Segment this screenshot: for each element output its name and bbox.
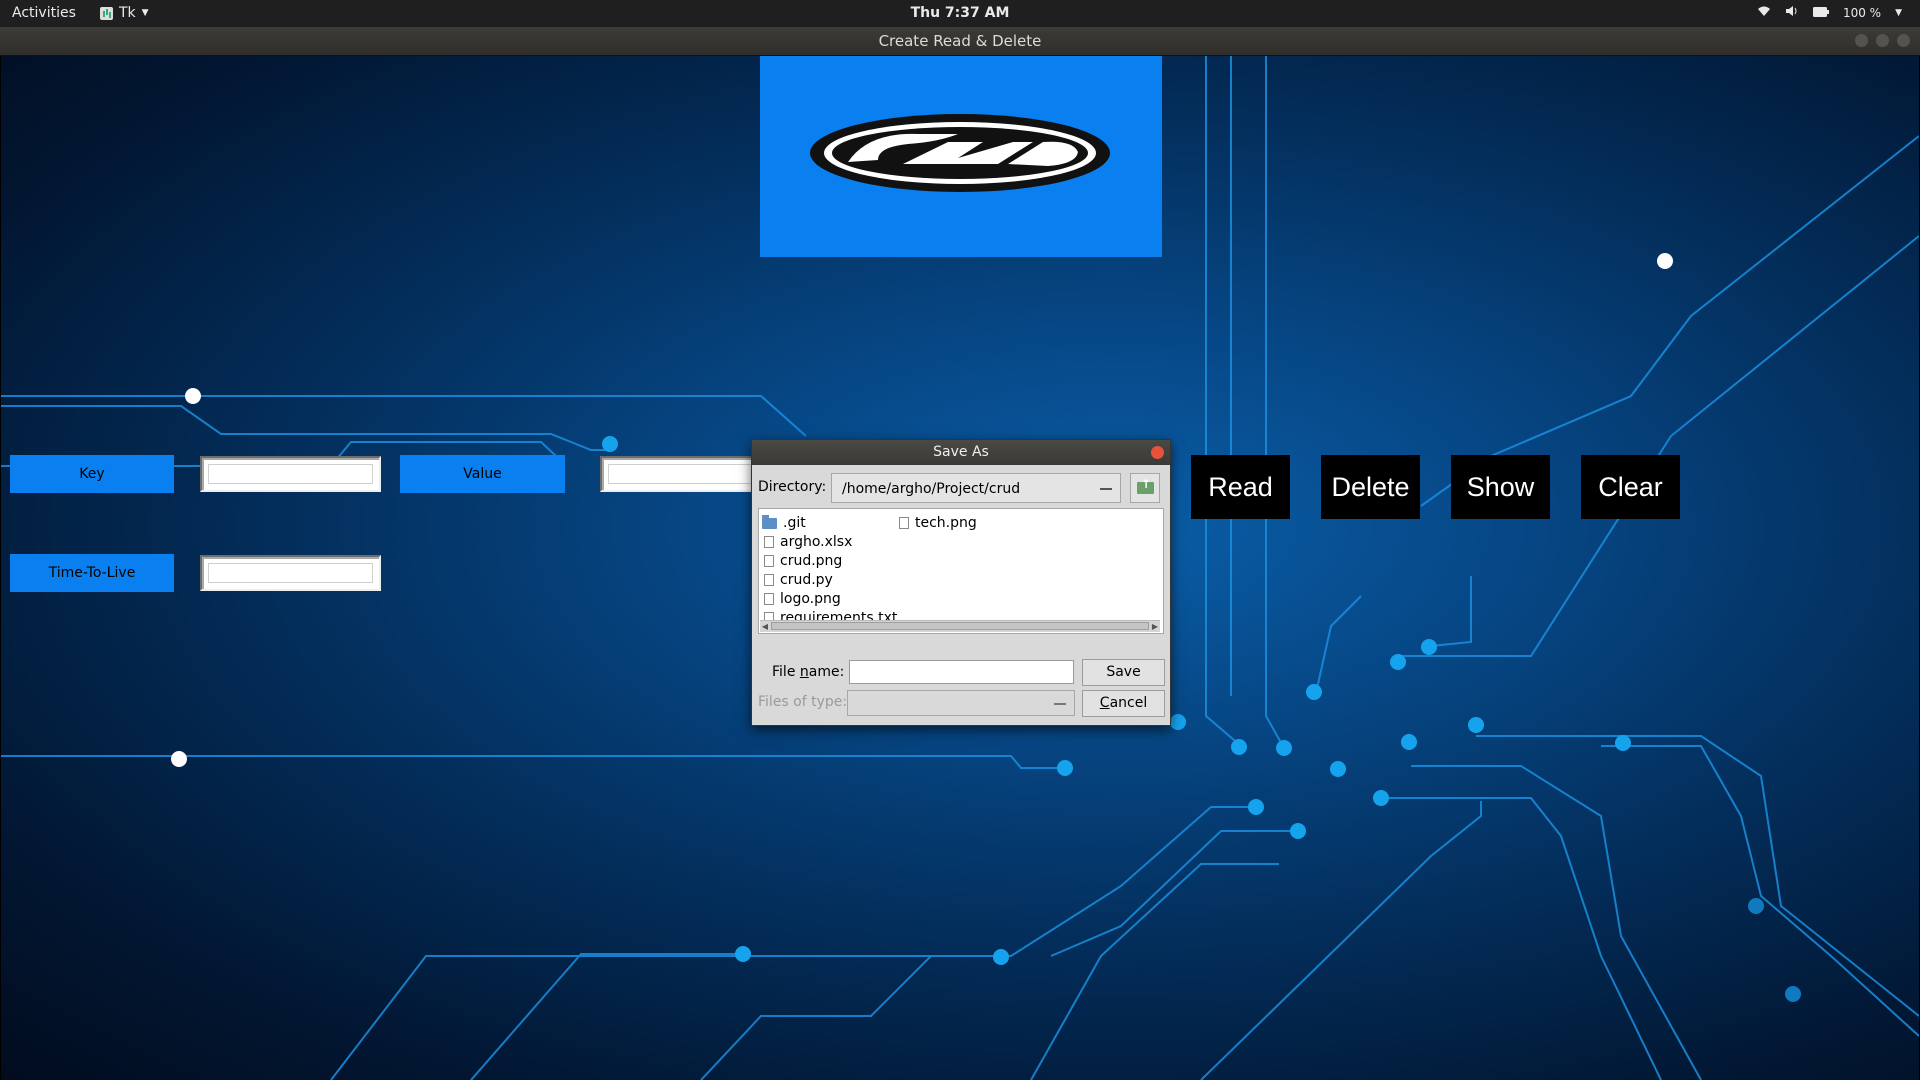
wifi-icon [1757,5,1771,20]
show-button[interactable]: Show [1451,455,1550,519]
close-button[interactable] [1897,34,1910,47]
file-name-label-part: File [772,664,800,680]
directory-select[interactable]: /home/argho/Project/crud [831,473,1121,503]
time-to-live-label: Time-To-Live [10,554,174,592]
file-icon [764,574,774,586]
file-name-label-part: ame: [808,664,845,680]
value-label: Value [400,455,565,493]
list-item[interactable]: crud.png [764,552,842,570]
files-of-type-label: Files of type: [758,694,848,710]
battery-icon [1812,6,1829,20]
crud-logo-icon [810,114,1110,192]
file-name: argho.xlsx [780,534,853,550]
list-item[interactable]: .git [762,514,806,532]
save-button[interactable]: Save [1082,659,1165,686]
dropdown-arrow-icon [1054,703,1066,705]
file-icon [764,536,774,548]
dialog-title-bar: Save As [752,440,1170,465]
time-to-live-input[interactable] [200,555,381,591]
scrollbar-thumb[interactable] [771,622,1149,630]
folder-up-icon [1137,477,1154,494]
directory-label: Directory: [758,479,827,495]
file-icon [764,593,774,605]
minimize-button[interactable] [1855,34,1868,47]
chevron-down-icon: ▼ [1895,7,1902,18]
dialog-close-button[interactable] [1151,446,1164,459]
file-name: .git [783,515,806,531]
files-of-type-select[interactable] [847,690,1075,716]
list-item[interactable]: crud.py [764,571,833,589]
scroll-right-icon[interactable]: ▶ [1150,621,1160,632]
cancel-button[interactable]: Cancel [1082,690,1165,717]
key-input[interactable] [200,456,381,492]
volume-icon [1785,5,1799,20]
battery-percentage: 100 % [1842,5,1882,20]
window-title: Create Read & Delete [878,32,1042,50]
window-title-bar: Create Read & Delete [0,27,1920,56]
window-controls [1855,34,1910,47]
read-button[interactable]: Read [1191,455,1290,519]
cancel-mnemonic: C [1099,695,1110,711]
delete-button[interactable]: Delete [1321,455,1420,519]
dropdown-arrow-icon [1100,488,1112,490]
file-name: crud.py [780,572,833,588]
clock[interactable]: Thu 7:37 AM [0,5,1920,21]
file-icon [764,555,774,567]
file-list[interactable]: .git argho.xlsx crud.png crud.py logo.pn… [758,508,1164,634]
list-item[interactable]: argho.xlsx [764,533,852,551]
save-as-dialog: Save As Directory: /home/argho/Project/c… [751,439,1171,726]
scroll-left-icon[interactable]: ◀ [760,621,770,632]
dialog-title: Save As [933,444,989,460]
file-name-label-mnemonic: n [799,664,809,680]
cancel-label: ancel [1109,695,1148,711]
value-input[interactable] [600,456,760,492]
parent-directory-button[interactable] [1130,473,1160,503]
file-name-input[interactable] [849,660,1074,684]
crud-logo-banner [760,56,1162,257]
file-name: crud.png [780,553,843,569]
system-top-bar: Activities Tk ▼ Thu 7:37 AM 100 % ▼ [0,0,1920,27]
horizontal-scrollbar[interactable]: ◀ ▶ [760,620,1160,632]
file-icon [899,517,909,529]
key-label: Key [10,455,174,493]
file-name: logo.png [780,591,841,607]
clear-button[interactable]: Clear [1581,455,1680,519]
file-name: tech.png [915,515,977,531]
maximize-button[interactable] [1876,34,1889,47]
status-area[interactable]: 100 % ▼ [1757,5,1902,20]
file-name-label: File name: [772,664,844,680]
list-item[interactable]: tech.png [899,514,977,532]
list-item[interactable]: logo.png [764,590,841,608]
folder-icon [762,514,777,529]
directory-value: /home/argho/Project/crud [842,481,1021,497]
